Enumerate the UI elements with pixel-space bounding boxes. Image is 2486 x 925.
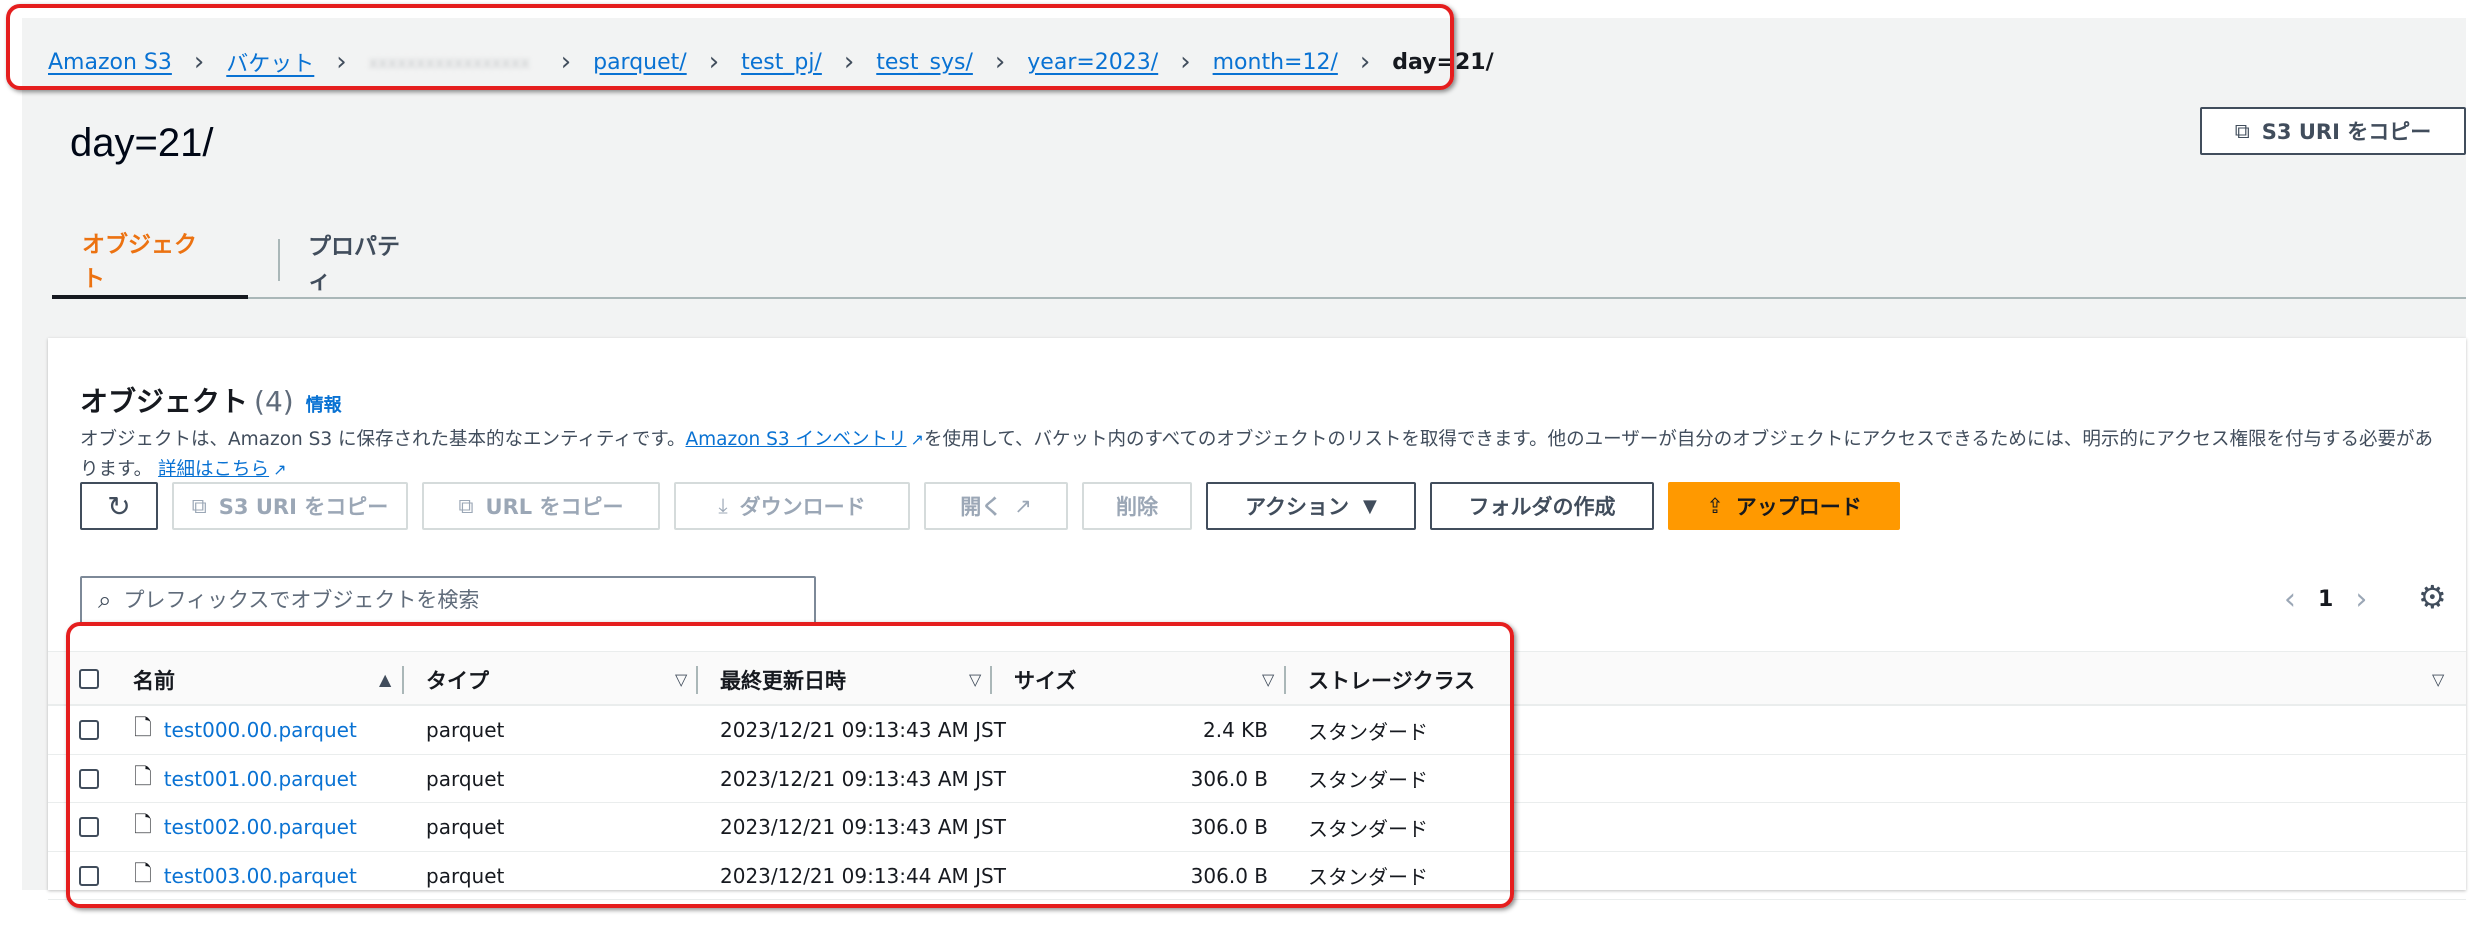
- actions-dropdown[interactable]: アクション ▼: [1206, 482, 1416, 530]
- copy-s3-uri-label: S3 URI をコピー: [218, 495, 389, 519]
- delete-label: 削除: [1116, 495, 1158, 519]
- refresh-icon: ↻: [107, 489, 131, 523]
- learn-more-link[interactable]: 詳細はこちら: [158, 459, 269, 480]
- actions-label: アクション: [1245, 495, 1350, 519]
- search-input[interactable]: [123, 588, 774, 612]
- highlight-box-breadcrumb: [6, 4, 1454, 90]
- delete-button[interactable]: 削除: [1082, 482, 1192, 530]
- page-title: day=21/: [70, 121, 214, 165]
- upload-button[interactable]: ⇪ アップロード: [1668, 482, 1900, 530]
- copy-icon: ⧉: [458, 493, 474, 518]
- tab-objects[interactable]: オブジェクト: [52, 223, 248, 299]
- upload-label: アップロード: [1735, 495, 1862, 519]
- chevron-left-icon[interactable]: ‹: [2268, 582, 2312, 617]
- copy-s3-uri-button[interactable]: ⧉ S3 URI をコピー: [172, 482, 408, 530]
- description-text-1: オブジェクトは、Amazon S3 に保存された基本的なエンティティです。: [80, 429, 686, 450]
- tab-bar: オブジェクト プロパティ: [52, 223, 2466, 299]
- sort-icon[interactable]: ▽: [2432, 670, 2444, 689]
- external-link-icon: ↗: [273, 460, 287, 479]
- copy-icon: ⧉: [2234, 118, 2250, 143]
- objects-count: (4): [254, 385, 294, 418]
- gear-icon[interactable]: ⚙: [2418, 578, 2447, 616]
- refresh-button[interactable]: ↻: [80, 482, 158, 530]
- objects-panel-title: オブジェクト (4) 情報: [80, 380, 342, 420]
- page-number[interactable]: 1: [2312, 587, 2339, 612]
- highlight-box-table: [66, 622, 1514, 908]
- copy-url-button[interactable]: ⧉ URL をコピー: [422, 482, 660, 530]
- copy-url-label: URL をコピー: [485, 495, 624, 519]
- inventory-link[interactable]: Amazon S3 インベントリ: [685, 429, 906, 450]
- tab-properties[interactable]: プロパティ: [278, 223, 448, 299]
- copy-s3-uri-header-button[interactable]: ⧉ S3 URI をコピー: [2200, 107, 2466, 155]
- objects-description: オブジェクトは、Amazon S3 に保存された基本的なエンティティです。Ama…: [80, 425, 2440, 485]
- download-icon: ⤓: [718, 493, 728, 518]
- search-icon: ⌕: [98, 586, 112, 614]
- search-box: ⌕: [80, 576, 816, 624]
- upload-icon: ⇪: [1706, 494, 1724, 518]
- info-link[interactable]: 情報: [306, 395, 342, 416]
- external-link-icon: ↗: [910, 430, 924, 449]
- copy-s3-uri-header-label: S3 URI をコピー: [2261, 120, 2432, 144]
- download-label: ダウンロード: [739, 495, 866, 519]
- open-label: 開く: [960, 495, 1003, 519]
- create-folder-button[interactable]: フォルダの作成: [1430, 482, 1654, 530]
- objects-title: オブジェクト: [80, 385, 249, 418]
- chevron-right-icon[interactable]: ›: [2339, 582, 2383, 617]
- copy-icon: ⧉: [191, 493, 207, 518]
- open-button[interactable]: 開く ↗: [924, 482, 1068, 530]
- caret-down-icon: ▼: [1363, 495, 1377, 517]
- pagination: ‹ 1 ›: [2268, 582, 2383, 617]
- download-button[interactable]: ⤓ ダウンロード: [674, 482, 910, 530]
- external-link-icon: ↗: [1014, 494, 1032, 518]
- create-folder-label: フォルダの作成: [1468, 495, 1616, 519]
